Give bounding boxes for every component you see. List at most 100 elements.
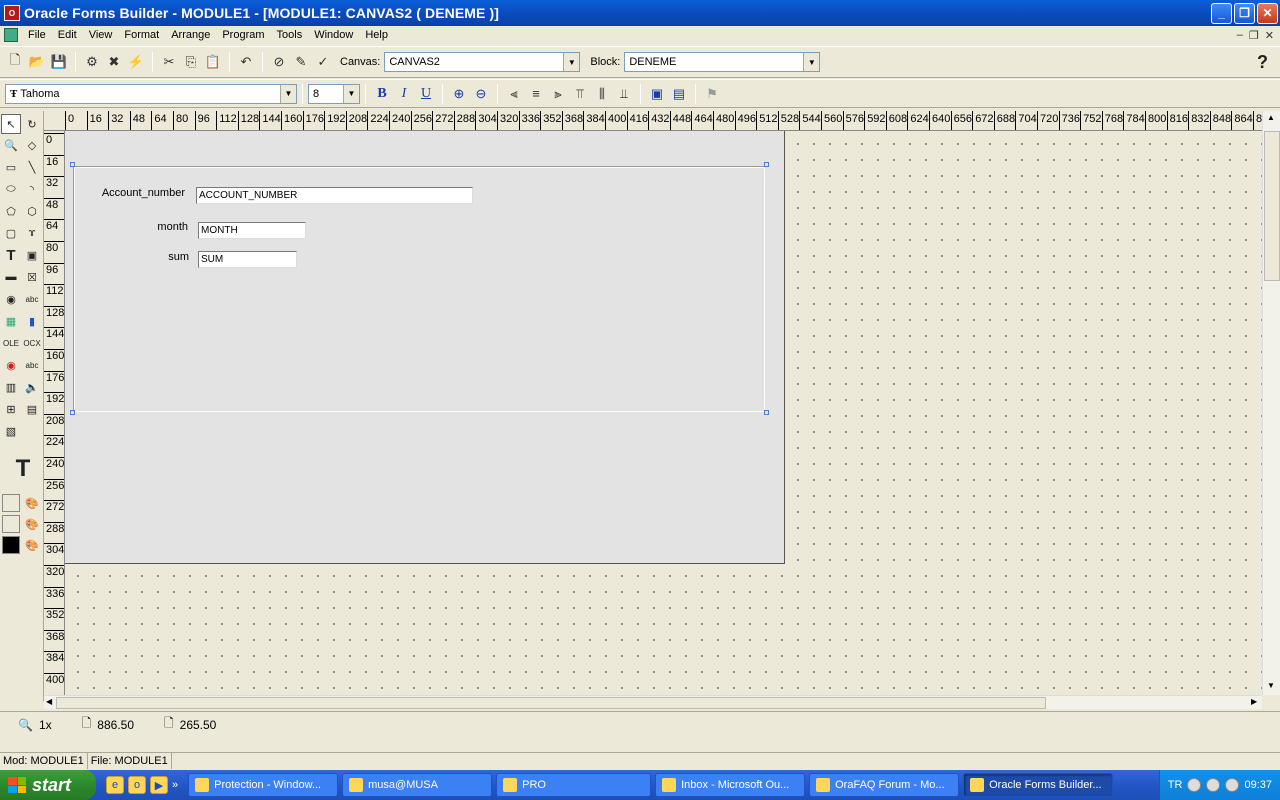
send-to-back-icon[interactable]: ▤	[668, 83, 690, 105]
month-item[interactable]: MONTH	[198, 222, 306, 239]
stacked-canvas-tool-icon[interactable]: ▧	[1, 421, 21, 441]
restore-button[interactable]: ❐	[1234, 2, 1255, 24]
selection-handle[interactable]	[764, 410, 769, 415]
menu-arrange[interactable]: Arrange	[165, 29, 216, 41]
vertical-scrollbar[interactable]: ▲ ▼	[1262, 111, 1280, 695]
start-button[interactable]: start	[0, 770, 96, 800]
chevron-down-icon[interactable]: ▼	[803, 53, 820, 71]
zoom-out-icon[interactable]: ⊖	[470, 83, 492, 105]
menu-view[interactable]: View	[83, 29, 119, 41]
copy-icon[interactable]: ⎘	[180, 51, 202, 73]
arc-tool-icon[interactable]: ◝	[22, 179, 42, 199]
freehand-tool-icon[interactable]: ɤ	[22, 223, 42, 243]
media-player-icon[interactable]: ▶	[150, 776, 168, 794]
undo-icon[interactable]: ↶	[235, 51, 257, 73]
align-center-icon[interactable]: ≡	[525, 83, 547, 105]
title-bar[interactable]: O Oracle Forms Builder - MODULE1 - [MODU…	[0, 0, 1280, 26]
scroll-thumb[interactable]	[56, 697, 1046, 709]
line-color-icon[interactable]: 🎨	[22, 514, 42, 534]
paste-icon[interactable]: 📋	[202, 51, 224, 73]
task-musa[interactable]: musa@MUSA	[342, 773, 493, 797]
layout-wizard-icon[interactable]: ✓	[312, 51, 334, 73]
ellipse-tool-icon[interactable]: ⬭	[1, 179, 21, 199]
outlook-icon[interactable]: o	[128, 776, 146, 794]
mdi-restore-icon[interactable]: ❐	[1249, 29, 1259, 42]
language-indicator[interactable]: TR	[1168, 779, 1183, 791]
debug-form-icon[interactable]: ✖	[103, 51, 125, 73]
sum-item[interactable]: SUM	[198, 251, 297, 268]
font-size-select[interactable]: 8 ▼	[308, 83, 360, 104]
menu-edit[interactable]: Edit	[52, 29, 83, 41]
task-orafaq[interactable]: OraFAQ Forum - Mo...	[809, 773, 960, 797]
align-bottom-icon[interactable]: ⫫	[613, 83, 635, 105]
menu-tools[interactable]: Tools	[271, 29, 309, 41]
reshape-tool-icon[interactable]: ◇	[22, 135, 42, 155]
menu-help[interactable]: Help	[359, 29, 394, 41]
save-icon[interactable]: 💾	[48, 51, 70, 73]
horizontal-scrollbar[interactable]: ◀ ▶	[44, 695, 1262, 709]
frame-tool-icon[interactable]: ▣	[22, 245, 42, 265]
rotate-tool-icon[interactable]: ↻	[22, 114, 42, 134]
tab-canvas-tool-icon[interactable]: ▥	[1, 377, 21, 397]
align-top-icon[interactable]: ⫪	[569, 83, 591, 105]
compile-icon[interactable]: ⚡	[125, 51, 147, 73]
rectangle-tool-icon[interactable]: ▭	[1, 157, 21, 177]
bold-button[interactable]: B	[371, 83, 393, 105]
internet-explorer-icon[interactable]: e	[106, 776, 124, 794]
display-item-tool-icon[interactable]: ◉	[1, 355, 21, 375]
chevron-down-icon[interactable]: ▼	[343, 84, 359, 103]
cut-icon[interactable]: ✂	[158, 51, 180, 73]
scroll-down-icon[interactable]: ▼	[1267, 681, 1275, 690]
italic-button[interactable]: I	[393, 83, 415, 105]
menu-window[interactable]: Window	[308, 29, 359, 41]
bean-area-tool-icon[interactable]: ▤	[22, 399, 42, 419]
radio-button-tool-icon[interactable]: ◉	[1, 289, 21, 309]
antivirus-icon[interactable]	[1206, 778, 1221, 792]
selection-handle[interactable]	[764, 162, 769, 167]
underline-button[interactable]: U	[415, 83, 437, 105]
scroll-right-icon[interactable]: ▶	[1251, 697, 1257, 706]
chevron-down-icon[interactable]: ▼	[280, 84, 296, 103]
messenger-icon[interactable]	[1225, 778, 1240, 792]
close-button[interactable]: ✕	[1257, 2, 1278, 24]
menu-format[interactable]: Format	[118, 29, 165, 41]
button-tool-icon[interactable]: ▬	[1, 267, 21, 287]
layout-workspace[interactable]: Account_number ACCOUNT_NUMBER month MONT…	[65, 131, 1262, 695]
select-tool-icon[interactable]: ↖	[1, 114, 21, 134]
scroll-left-icon[interactable]: ◀	[46, 697, 52, 706]
rounded-rectangle-tool-icon[interactable]: ▢	[1, 223, 21, 243]
help-icon[interactable]: ?	[1257, 52, 1268, 73]
magnify-tool-icon[interactable]: 🔍	[1, 135, 21, 155]
new-icon[interactable]: 🗋	[4, 51, 26, 73]
layout-editor-icon[interactable]: ⊘	[268, 51, 290, 73]
account-number-item[interactable]: ACCOUNT_NUMBER	[196, 187, 473, 204]
sound-tool-icon[interactable]: 🔈	[22, 377, 42, 397]
polygon-tool-icon[interactable]: ⬠	[1, 201, 21, 221]
font-select[interactable]: Ŧ Tahoma ▼	[5, 83, 297, 104]
bring-to-front-icon[interactable]: ▣	[646, 83, 668, 105]
text-color-icon[interactable]: 🎨	[22, 535, 42, 555]
zoom-in-icon[interactable]: ⊕	[448, 83, 470, 105]
task-inbox[interactable]: Inbox - Microsoft Ou...	[655, 773, 806, 797]
chevron-down-icon[interactable]: ▼	[563, 53, 580, 71]
menu-file[interactable]: File	[22, 29, 52, 41]
mdi-close-icon[interactable]: ✕	[1265, 29, 1274, 42]
pl-sql-editor-icon[interactable]: ✎	[290, 51, 312, 73]
align-middle-icon[interactable]: ⫼	[591, 83, 613, 105]
canvas-area[interactable]: Account_number ACCOUNT_NUMBER month MONT…	[65, 131, 785, 564]
text-item-tool-icon[interactable]: abc	[22, 289, 42, 309]
activex-control-tool-icon[interactable]: OCX	[22, 333, 42, 353]
open-icon[interactable]: 📂	[26, 51, 48, 73]
mdi-minimize-icon[interactable]: –	[1237, 29, 1243, 42]
chevron-right-icon[interactable]: »	[172, 779, 178, 791]
minimize-button[interactable]: _	[1211, 2, 1232, 24]
network-icon[interactable]	[1187, 778, 1202, 792]
polyline-tool-icon[interactable]: ⬡	[22, 201, 42, 221]
align-right-icon[interactable]: ⫸	[547, 83, 569, 105]
image-tool-icon[interactable]: ▦	[1, 311, 21, 331]
selection-handle[interactable]	[70, 410, 75, 415]
fill-color-icon[interactable]: 🎨	[22, 493, 42, 513]
align-left-icon[interactable]: ⫷	[503, 83, 525, 105]
run-form-icon[interactable]: ⚙	[81, 51, 103, 73]
line-tool-icon[interactable]: ╲	[22, 157, 42, 177]
